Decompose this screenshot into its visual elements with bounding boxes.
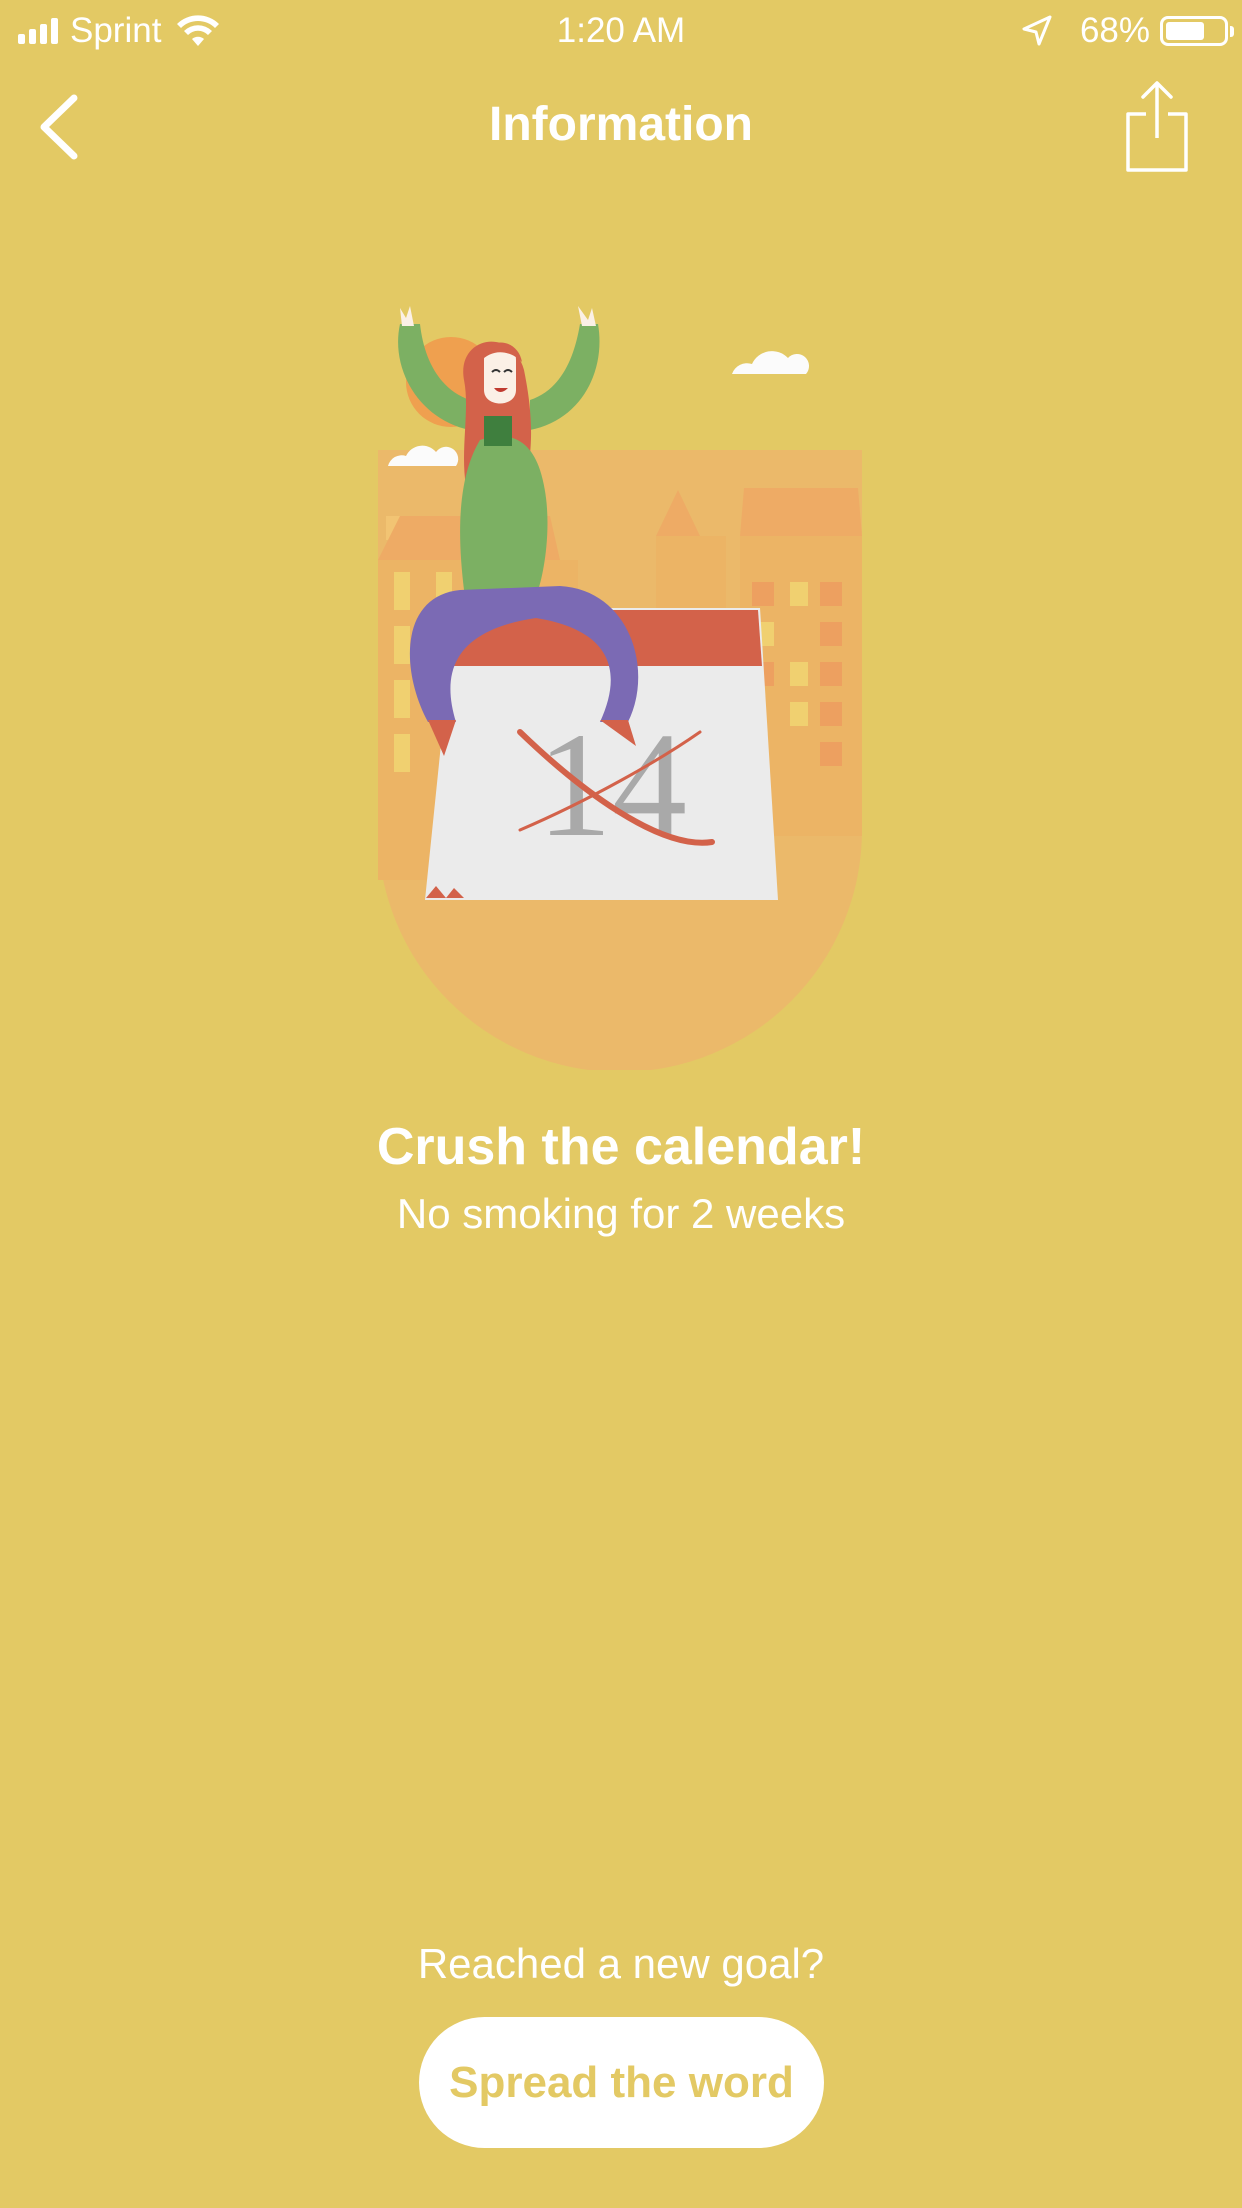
goal-headline: Crush the calendar!	[376, 1118, 866, 1176]
nav-bar: Information	[0, 62, 1242, 192]
battery-icon	[1160, 16, 1234, 46]
spread-the-word-button[interactable]: Spread the word	[419, 2017, 824, 2148]
battery-percent: 68%	[1079, 11, 1150, 50]
cloud-shape	[388, 445, 459, 466]
share-icon	[1126, 81, 1188, 172]
screen: Sprint 1:20 AM 68% Information 14 Crush …	[0, 0, 1242, 2208]
status-right: 68%	[1020, 10, 1234, 52]
goal-prompt: Reached a new goal?	[417, 1940, 825, 1987]
page-title: Information	[489, 98, 753, 151]
location-arrow-icon	[1022, 15, 1052, 46]
goal-subline: No smoking for 2 weeks	[396, 1190, 846, 1237]
celebration-calendar-illustration: 14	[378, 306, 862, 1070]
cloud-shape-2	[732, 351, 810, 374]
battery-level	[1166, 22, 1204, 40]
status-bar: Sprint 1:20 AM 68%	[0, 0, 1242, 62]
share-button[interactable]	[1124, 80, 1190, 172]
